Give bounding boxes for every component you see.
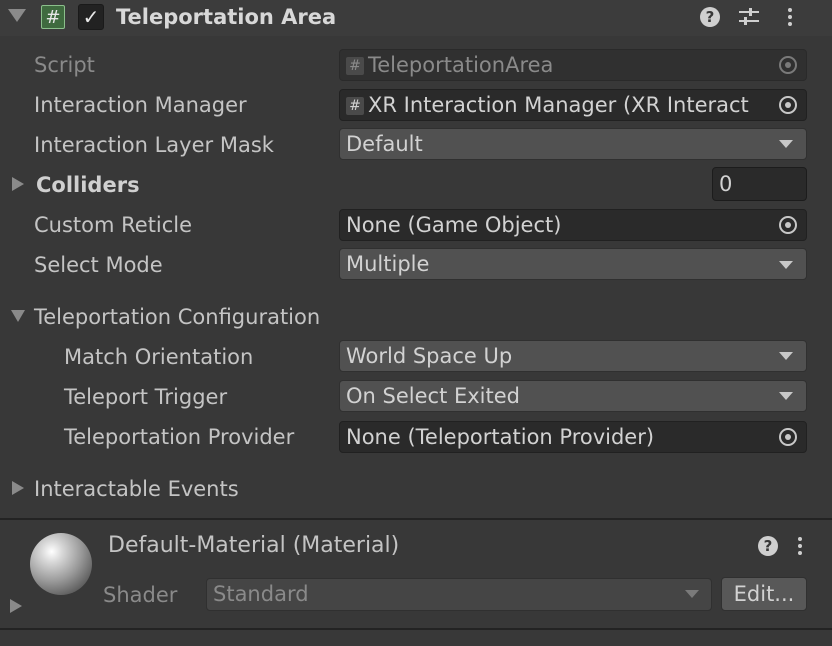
object-picker-icon[interactable] [779, 216, 797, 234]
script-label: Script [34, 53, 95, 77]
custom-reticle-field[interactable]: None (Game Object) [339, 209, 807, 241]
teleport-trigger-label: Teleport Trigger [64, 385, 228, 409]
chevron-down-icon [779, 392, 793, 400]
component-enabled-checkbox[interactable]: ✓ [78, 4, 104, 30]
script-value: TeleportationArea [368, 53, 554, 77]
object-picker-icon[interactable] [779, 428, 797, 446]
match-orientation-label: Match Orientation [64, 345, 254, 369]
shader-dropdown[interactable]: Standard [206, 578, 712, 611]
context-menu-icon[interactable] [797, 535, 803, 558]
interactable-events-label[interactable]: Interactable Events [34, 475, 239, 503]
interaction-manager-label: Interaction Manager [34, 93, 247, 117]
match-orientation-dropdown[interactable]: World Space Up [339, 340, 807, 372]
material-title: Default-Material (Material) [108, 533, 400, 558]
chevron-down-icon [685, 590, 699, 598]
material-preview-sphere [30, 533, 92, 595]
custom-reticle-label: Custom Reticle [34, 213, 193, 237]
script-field: # TeleportationArea [339, 49, 807, 81]
select-mode-dropdown[interactable]: Multiple [339, 248, 807, 280]
interaction-layer-mask-value: Default [346, 132, 423, 156]
select-mode-label: Select Mode [34, 253, 163, 277]
teleport-trigger-value: On Select Exited [346, 384, 520, 408]
material-foldout-icon[interactable] [10, 599, 22, 613]
colliders-foldout-icon[interactable] [12, 177, 24, 191]
interaction-manager-value: XR Interaction Manager (XR Interact [368, 93, 749, 117]
chevron-down-icon [779, 261, 793, 269]
teleportation-provider-label: Teleportation Provider [64, 425, 295, 449]
object-picker-icon[interactable] [779, 96, 797, 114]
teleportation-provider-field[interactable]: None (Teleportation Provider) [339, 421, 807, 453]
colliders-size-field[interactable]: 0 [712, 167, 807, 201]
interaction-layer-mask-dropdown[interactable]: Default [339, 128, 807, 160]
interaction-layer-mask-label: Interaction Layer Mask [34, 133, 274, 157]
select-mode-value: Multiple [346, 252, 430, 276]
shader-label: Shader [103, 583, 178, 607]
shader-value: Standard [213, 582, 309, 606]
component-title: Teleportation Area [116, 5, 337, 29]
help-icon[interactable]: ? [758, 536, 778, 556]
script-icon: # [41, 5, 65, 29]
teleportation-provider-value: None (Teleportation Provider) [346, 425, 655, 449]
foldout-arrow-icon[interactable] [8, 9, 26, 22]
colliders-label[interactable]: Colliders [36, 171, 140, 199]
presets-icon[interactable] [738, 7, 760, 27]
section-divider [0, 518, 832, 520]
custom-reticle-value: None (Game Object) [346, 213, 562, 237]
bottom-divider [0, 628, 832, 630]
interaction-manager-field[interactable]: # XR Interaction Manager (XR Interact [339, 89, 807, 121]
context-menu-icon[interactable] [787, 6, 793, 29]
teleport-config-label[interactable]: Teleportation Configuration [34, 303, 320, 331]
teleport-config-foldout-icon[interactable] [11, 310, 25, 322]
script-icon: # [346, 97, 364, 115]
match-orientation-value: World Space Up [346, 344, 513, 368]
chevron-down-icon [779, 352, 793, 360]
edit-shader-button[interactable]: Edit... [721, 577, 807, 611]
script-icon: # [346, 57, 364, 75]
help-icon[interactable]: ? [700, 7, 720, 27]
interactable-events-foldout-icon[interactable] [12, 481, 24, 495]
chevron-down-icon [779, 140, 793, 148]
teleport-trigger-dropdown[interactable]: On Select Exited [339, 380, 807, 412]
object-picker-icon [779, 56, 797, 74]
